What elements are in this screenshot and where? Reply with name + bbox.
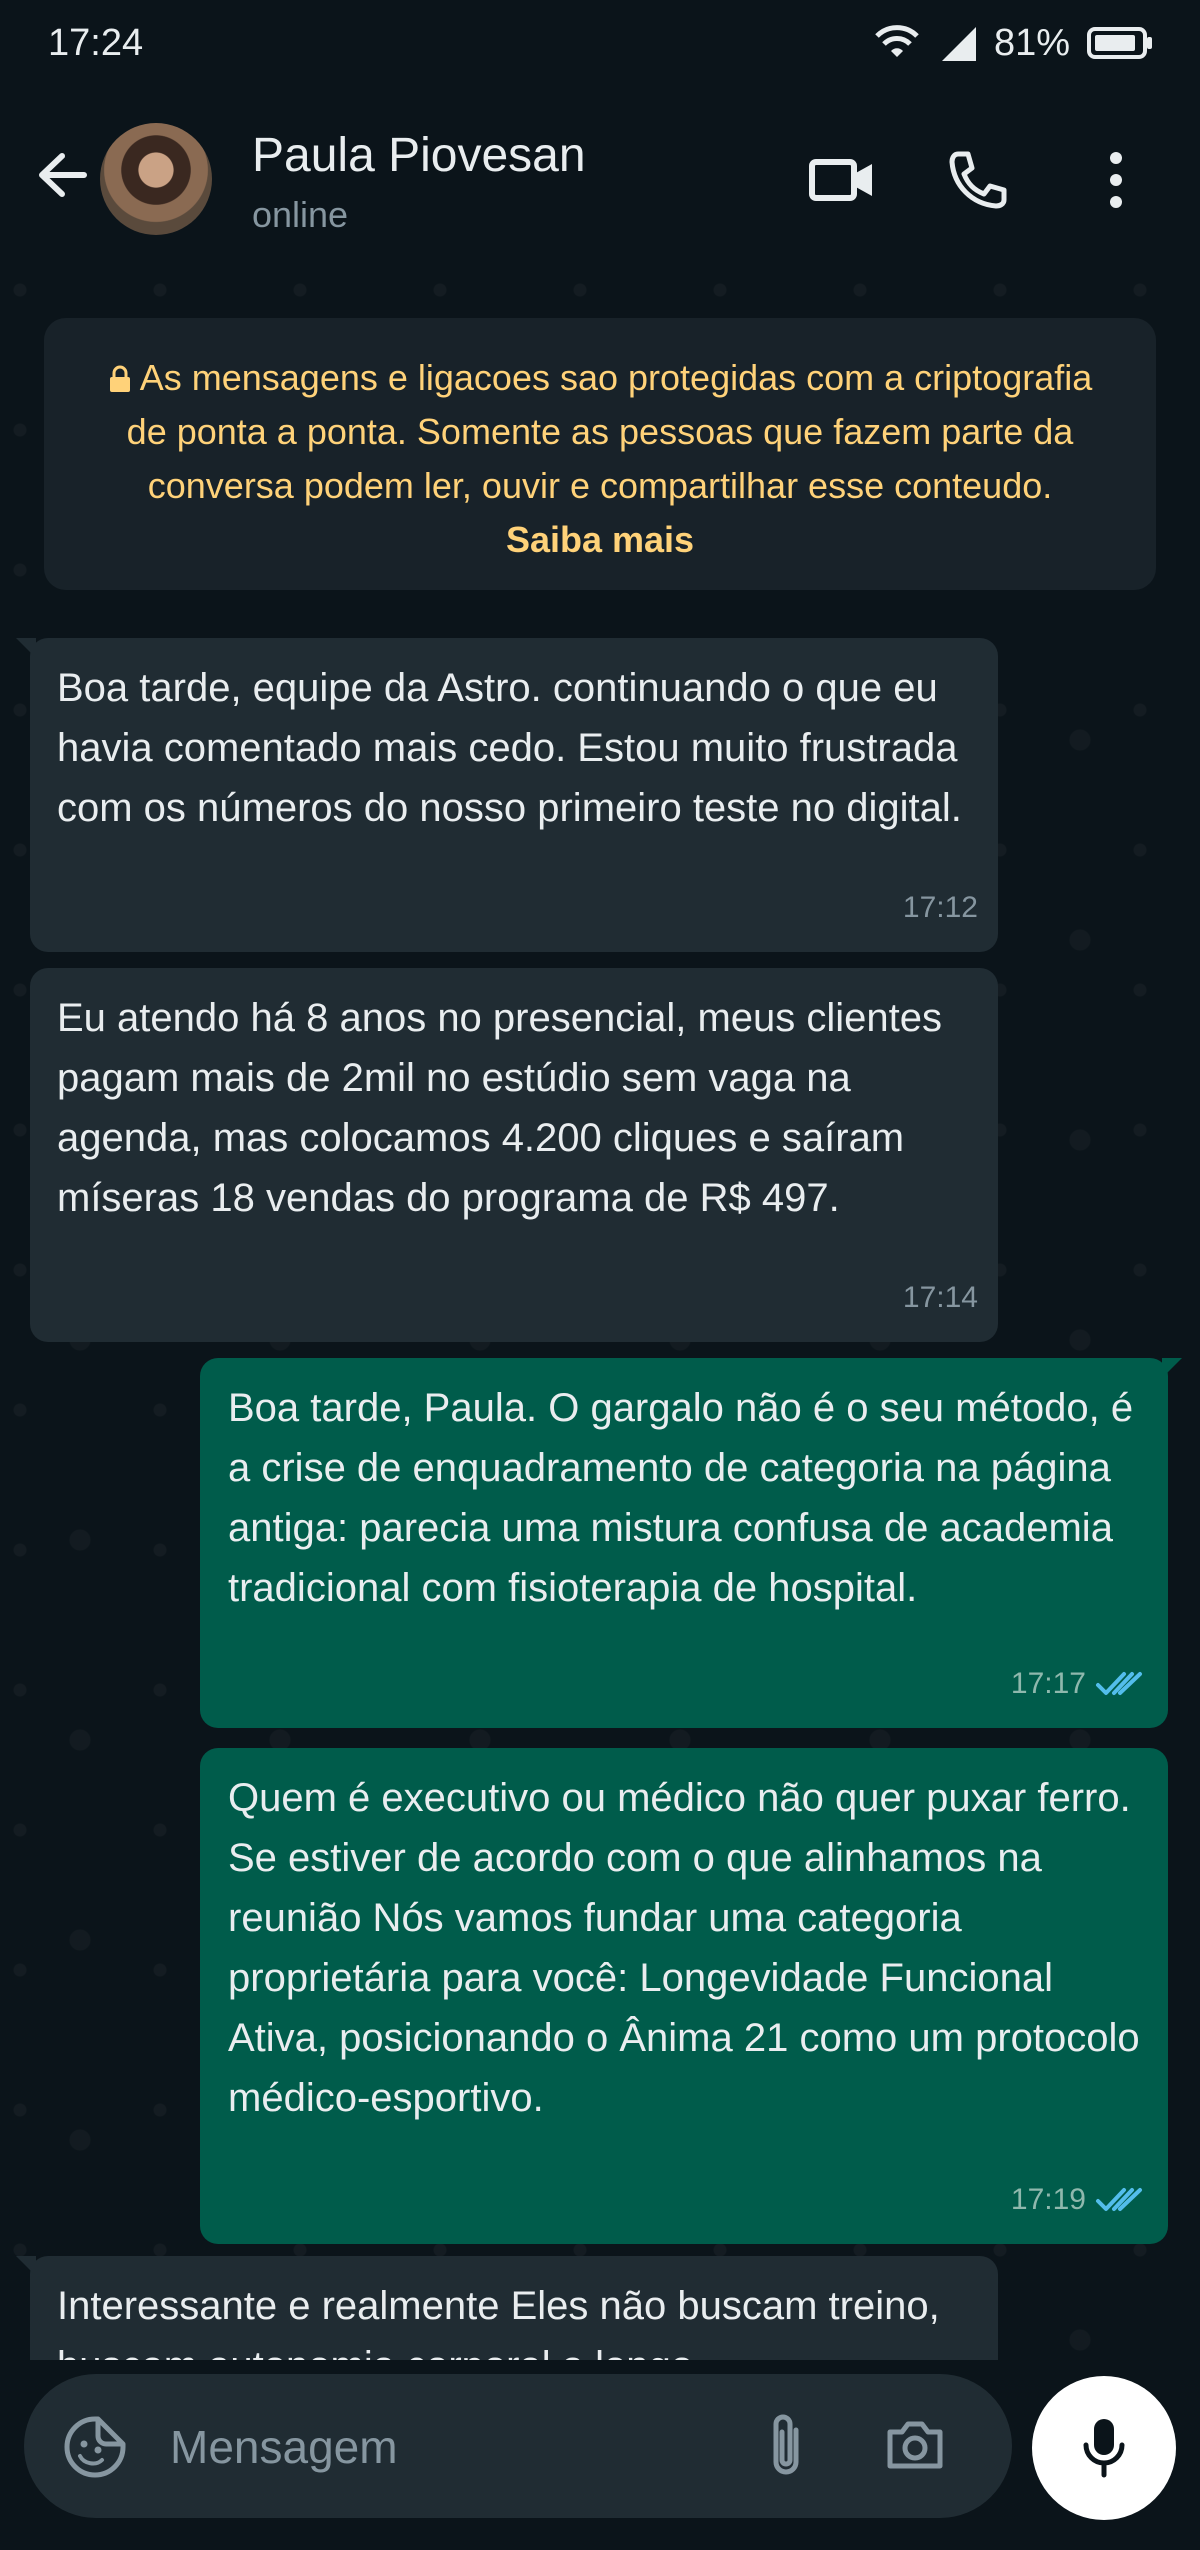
microphone-icon	[1083, 2419, 1125, 2478]
bubble-tail	[16, 2256, 36, 2276]
avatar[interactable]	[100, 123, 212, 235]
message-text: Eu atendo há 8 anos no presencial, meus …	[57, 996, 943, 1220]
message-bubble-outgoing[interactable]: Quem é executivo ou médico não quer puxa…	[200, 1748, 1168, 2244]
message-meta: 17:14	[903, 1268, 978, 1328]
message-meta: 17:19	[1011, 2170, 1148, 2230]
bubble-tail	[16, 638, 36, 658]
read-receipt-icon	[1096, 1672, 1142, 1695]
more-options-icon[interactable]	[1080, 144, 1152, 216]
message-meta: 17:17	[1011, 1654, 1148, 1714]
message-time: 17:12	[902, 891, 978, 924]
wifi-icon	[875, 25, 919, 57]
battery-icon	[1087, 27, 1152, 59]
message-meta: 17:12	[903, 878, 978, 938]
cell-signal-icon	[941, 27, 976, 61]
message-composer	[24, 2374, 1012, 2518]
voice-message-button[interactable]	[1032, 2376, 1176, 2520]
message-text: Quem é executivo ou médico não quer puxa…	[228, 1776, 1140, 2120]
message-text: Boa tarde, Paula. O gargalo não é o seu …	[228, 1386, 1134, 1610]
encryption-text: As mensagens e ligacoes sao protegidas c…	[126, 357, 1093, 506]
sticker-emoji-icon[interactable]	[62, 2414, 128, 2480]
contact-status: online	[252, 194, 349, 235]
camera-icon[interactable]	[882, 2412, 948, 2478]
contact-name[interactable]: Paula Piovesan	[252, 128, 586, 183]
message-bubble-incoming[interactable]: Boa tarde, equipe da Astro. continuando …	[16, 638, 998, 952]
read-receipt-icon	[1096, 2188, 1142, 2211]
message-time: 17:14	[902, 1281, 978, 1314]
back-arrow-icon[interactable]	[32, 140, 92, 210]
learn-more-link[interactable]: Saiba mais	[506, 519, 694, 560]
status-bar: 17:24 81%	[0, 0, 1200, 90]
bubble-tail	[1162, 1358, 1182, 1378]
message-text: Boa tarde, equipe da Astro. continuando …	[57, 666, 962, 830]
status-icons: 81%	[872, 18, 1154, 68]
chat-header: Paula Piovesan online	[0, 90, 1200, 270]
message-bubble-outgoing[interactable]: Boa tarde, Paula. O gargalo não é o seu …	[200, 1358, 1182, 1728]
battery-percent: 81%	[993, 21, 1070, 64]
status-time: 17:24	[48, 22, 144, 64]
message-time: 17:19	[1010, 2183, 1086, 2216]
video-call-icon[interactable]	[806, 144, 878, 216]
message-bubble-incoming[interactable]: Eu atendo há 8 anos no presencial, meus …	[30, 968, 998, 1342]
message-input[interactable]	[168, 2410, 732, 2484]
encryption-notice[interactable]: As mensagens e ligacoes sao protegidas c…	[44, 318, 1156, 590]
voice-call-icon[interactable]	[942, 144, 1014, 216]
paperclip-icon[interactable]	[756, 2410, 818, 2482]
message-time: 17:17	[1010, 1667, 1086, 1700]
lock-icon	[109, 365, 130, 392]
